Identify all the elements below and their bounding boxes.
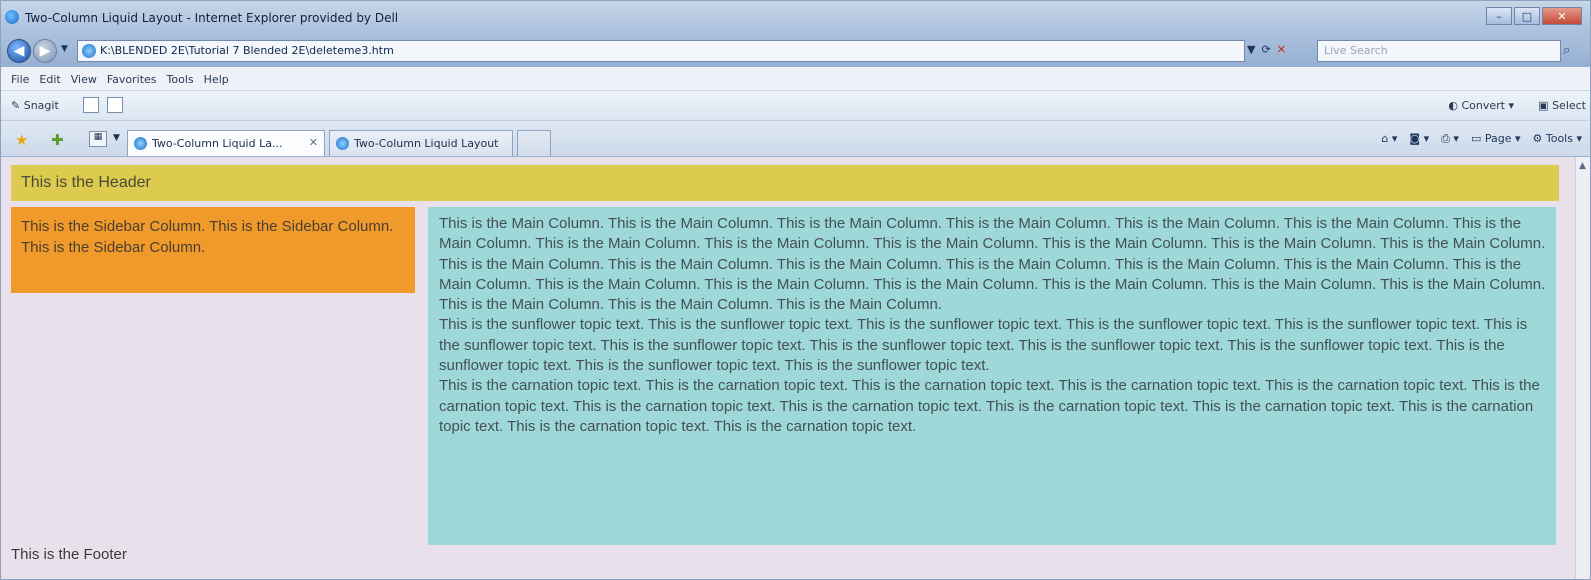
snagit-label: Snagit [23, 99, 59, 112]
scroll-up-icon[interactable]: ▲ [1579, 161, 1586, 171]
command-bar: ⌂ ▾ ◙ ▾ ⎙ ▾ ▭ Page ▾ ⚙ Tools ▾ [1381, 132, 1582, 146]
home-icon[interactable]: ⌂ ▾ [1381, 132, 1397, 146]
stop-icon[interactable]: ✕ [1277, 43, 1286, 56]
vertical-scrollbar[interactable]: ▲ [1575, 157, 1590, 579]
page-menu-label: Page [1484, 132, 1512, 145]
snagit-icon: ✎ [11, 99, 24, 112]
page-icon [336, 137, 349, 150]
tab-two-column-liquid-layout-active[interactable]: Two-Column Liquid La... ✕ [127, 130, 325, 156]
search-icon[interactable]: ⌕ [1563, 43, 1570, 58]
select-icon: ▣ [1538, 99, 1553, 112]
window-controls: – □ ✕ [1486, 7, 1582, 25]
sunflower-topic-text: This is the sunflower topic text. This i… [439, 316, 1528, 375]
address-dropdown-icon[interactable]: ▼ [1247, 43, 1255, 56]
quick-tabs-icon[interactable]: ▦ [89, 131, 107, 147]
back-button[interactable]: ◀ [7, 39, 31, 63]
page-icon [82, 44, 96, 58]
tab-list-dropdown-icon[interactable]: ▼ [113, 133, 120, 143]
menu-edit[interactable]: Edit [39, 73, 60, 90]
menu-help[interactable]: Help [204, 73, 229, 90]
recent-pages-dropdown-icon[interactable]: ▼ [61, 44, 68, 54]
search-placeholder: Live Search [1324, 44, 1388, 57]
tools-menu[interactable]: ⚙ Tools ▾ [1533, 132, 1583, 146]
main-column-text: This is the Main Column. This is the Mai… [439, 215, 1546, 314]
new-tab-button[interactable] [517, 130, 551, 156]
page-footer: This is the Footer [11, 546, 127, 563]
menu-file[interactable]: File [11, 73, 29, 90]
page-header: This is the Header [11, 165, 1559, 201]
select-button[interactable]: ▣ Select [1538, 99, 1586, 112]
print-icon[interactable]: ⎙ ▾ [1441, 132, 1459, 146]
snagit-toolbar: ✎ Snagit ◐ Convert ▾ ▣ Select [1, 91, 1590, 121]
address-text: K:\BLENDED 2E\Tutorial 7 Blended 2E\dele… [100, 44, 394, 57]
menu-favorites[interactable]: Favorites [107, 73, 157, 90]
main-column: This is the Main Column. This is the Mai… [428, 207, 1556, 545]
menu-view[interactable]: View [71, 73, 97, 90]
sidebar-column: This is the Sidebar Column. This is the … [11, 207, 415, 293]
favorites-star-icon[interactable]: ★ [15, 131, 28, 149]
carnation-topic-text: This is the carnation topic text. This i… [439, 377, 1540, 435]
minimize-button[interactable]: – [1486, 7, 1512, 25]
tab-label: Two-Column Liquid Layout [354, 137, 499, 150]
tools-menu-label: Tools [1545, 132, 1573, 145]
forward-button[interactable]: ▶ [33, 39, 57, 63]
page-icon [134, 137, 147, 150]
tab-close-icon[interactable]: ✕ [309, 136, 318, 149]
convert-button[interactable]: ◐ Convert ▾ [1448, 99, 1514, 112]
search-input[interactable]: Live Search [1317, 40, 1561, 62]
refresh-icon[interactable]: ⟳ [1261, 43, 1270, 56]
address-tools: ▼ ⟳ ✕ [1247, 43, 1286, 56]
tab-label: Two-Column Liquid La... [152, 137, 283, 150]
internet-explorer-icon [5, 10, 19, 24]
capture-region-icon[interactable] [107, 97, 123, 113]
browser-window: Two-Column Liquid Layout - Internet Expl… [0, 0, 1591, 580]
maximize-button[interactable]: □ [1514, 7, 1540, 25]
page-content: This is the Header This is the Sidebar C… [1, 157, 1575, 579]
close-window-button[interactable]: ✕ [1542, 7, 1582, 25]
window-title: Two-Column Liquid Layout - Internet Expl… [25, 11, 399, 25]
navigation-bar: ◀ ▶ ▼ K:\BLENDED 2E\Tutorial 7 Blended 2… [1, 35, 1590, 67]
menu-bar: File Edit View Favorites Tools Help [1, 67, 1590, 91]
snagit-button[interactable]: ✎ Snagit [11, 99, 59, 112]
page-menu[interactable]: ▭ Page ▾ [1471, 132, 1521, 146]
select-label: Select [1552, 99, 1586, 112]
page-menu-icon: ▭ [1470, 132, 1485, 145]
menu-tools[interactable]: Tools [167, 73, 194, 90]
convert-icon: ◐ [1448, 99, 1462, 112]
capture-window-icon[interactable] [83, 97, 99, 113]
tab-bar: ★ ✚ ▦ ▼ Two-Column Liquid La... ✕ Two-Co… [1, 121, 1590, 157]
convert-label: Convert [1461, 99, 1505, 112]
feeds-icon[interactable]: ◙ ▾ [1409, 132, 1429, 146]
address-bar[interactable]: K:\BLENDED 2E\Tutorial 7 Blended 2E\dele… [77, 40, 1245, 62]
add-favorite-icon[interactable]: ✚ [51, 131, 64, 149]
title-bar: Two-Column Liquid Layout - Internet Expl… [1, 1, 1590, 35]
tools-gear-icon: ⚙ [1532, 132, 1546, 145]
tab-two-column-liquid-layout[interactable]: Two-Column Liquid Layout [329, 130, 513, 156]
